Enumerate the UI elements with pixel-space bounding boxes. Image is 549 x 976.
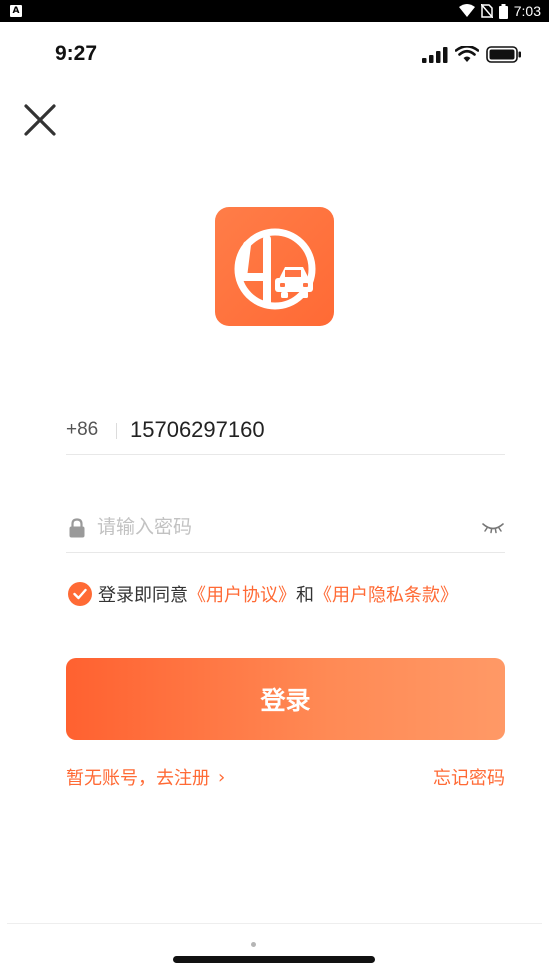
agreement-prefix: 登录即同意: [98, 585, 188, 606]
privacy-policy-link[interactable]: 《用户隐私条款》: [314, 581, 458, 607]
register-link[interactable]: 暂无账号，去注册 ›: [66, 764, 225, 790]
forgot-password-link[interactable]: 忘记密码: [433, 764, 505, 790]
password-field: [66, 503, 505, 553]
chevron-right-icon: ›: [218, 766, 226, 788]
cellular-signal-icon: [422, 46, 448, 63]
ios-battery-icon: [486, 46, 521, 63]
home-indicator[interactable]: [173, 956, 375, 963]
android-clock: 7:03: [513, 3, 541, 19]
agreement-checkbox[interactable]: [68, 582, 92, 606]
eye-closed-icon[interactable]: [481, 519, 505, 535]
wifi-icon: [458, 4, 475, 17]
lock-icon: [69, 518, 85, 538]
register-label: 暂无账号，去注册: [66, 768, 210, 789]
ios-wifi-icon: [455, 46, 479, 62]
app-logo: [215, 207, 334, 326]
password-input[interactable]: [97, 511, 467, 545]
bottom-divider: [7, 923, 542, 924]
battery-icon: [498, 3, 508, 19]
app-logo-mark: [234, 228, 315, 309]
country-code-selector[interactable]: +86: [66, 419, 98, 441]
field-divider: [116, 423, 117, 439]
close-button[interactable]: [22, 102, 58, 138]
check-icon: [73, 588, 87, 600]
android-status-icons: 7:03: [458, 2, 541, 20]
user-agreement-link[interactable]: 《用户协议》: [188, 581, 296, 607]
android-status-bar: A 7:03: [0, 0, 549, 22]
login-page: 9:27 +86 15706297160 登录即同意 《用户协议》 和 《用户隐…: [7, 22, 542, 976]
phone-input[interactable]: [130, 413, 500, 447]
ios-clock: 9:27: [55, 42, 98, 65]
notification-a-icon: A: [10, 5, 22, 17]
ios-status-icons: [422, 46, 522, 63]
no-sim-icon: [480, 4, 493, 18]
agreement-and: 和: [296, 585, 314, 606]
page-indicator-dot: [251, 942, 256, 947]
login-button[interactable]: 登录: [66, 658, 505, 740]
close-icon: [24, 104, 56, 136]
phone-field: +86: [66, 405, 505, 455]
agreement-row: 登录即同意 《用户协议》 和 《用户隐私条款》: [68, 581, 458, 607]
